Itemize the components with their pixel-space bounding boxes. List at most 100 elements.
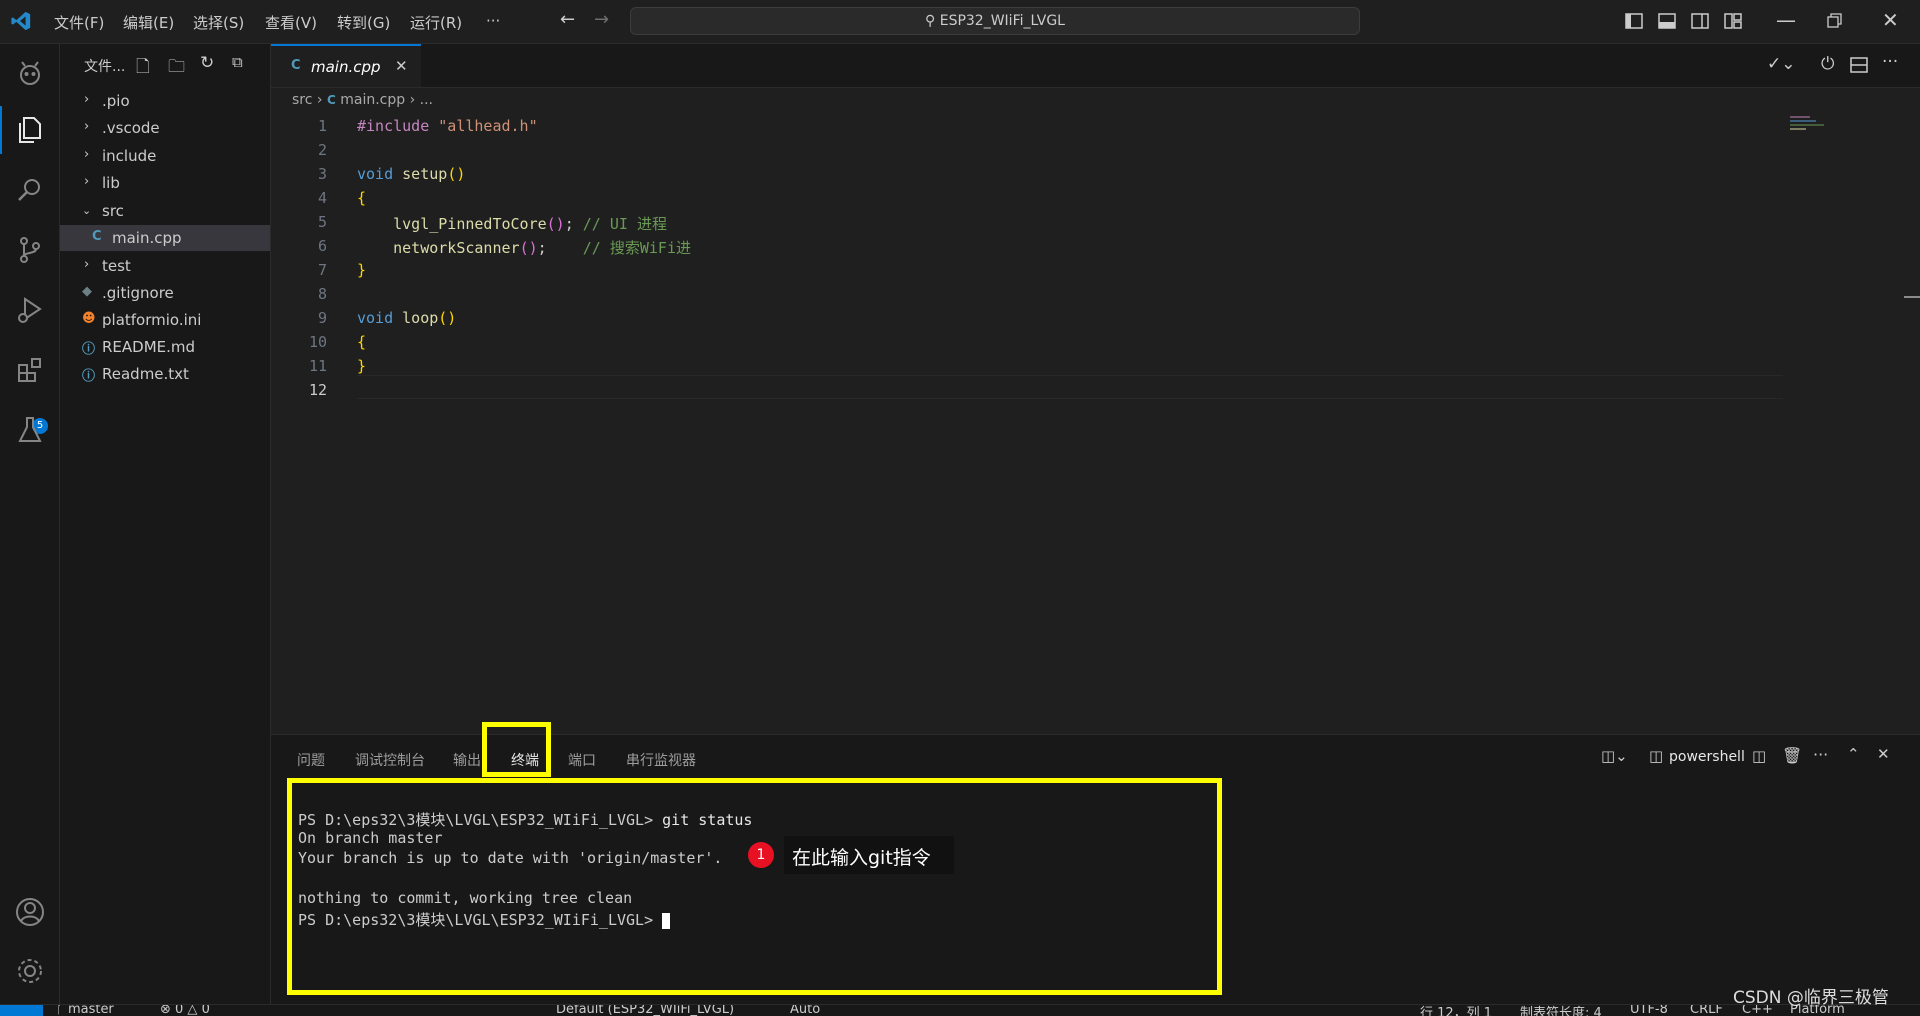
platformio-alien-icon[interactable] bbox=[14, 58, 46, 90]
tree-label: .pio bbox=[102, 92, 130, 110]
menu-edit[interactable]: 编辑(E) bbox=[123, 12, 174, 33]
menu-file[interactable]: 文件(F) bbox=[54, 12, 104, 33]
tree-file-readme-txt[interactable]: ⓘ Readme.txt bbox=[60, 361, 270, 387]
commit-check-icon[interactable]: ✓⌄ bbox=[1767, 54, 1796, 74]
toggle-secondary-sidebar-icon[interactable] bbox=[1689, 10, 1711, 32]
menu-run[interactable]: 运行(R) bbox=[410, 12, 462, 33]
chevron-right-icon: › bbox=[84, 119, 90, 134]
explorer-sidebar: 文件... 🗋 🗀 ↻ ⧉ › .pio › .vscode › include… bbox=[60, 44, 271, 1004]
encoding[interactable]: UTF-8 bbox=[1630, 1005, 1668, 1016]
callout-number-badge: 1 bbox=[748, 842, 774, 868]
code-line: lvgl_PinnedToCore(); // UI 进程 bbox=[393, 215, 667, 233]
shell-label[interactable]: powershell bbox=[1669, 749, 1745, 765]
tree-folder-include[interactable]: › include bbox=[60, 143, 270, 169]
tree-label: README.md bbox=[102, 338, 196, 356]
cursor-position[interactable]: 行 12，列 1 bbox=[1420, 1005, 1492, 1016]
close-tab-icon[interactable]: ✕ bbox=[395, 57, 408, 75]
remote-indicator[interactable] bbox=[0, 1005, 43, 1016]
tree-label: Readme.txt bbox=[102, 365, 189, 383]
more-actions-icon[interactable]: ··· bbox=[1813, 745, 1828, 764]
highlight-terminal-tab bbox=[482, 722, 551, 777]
menu-view[interactable]: 查看(V) bbox=[265, 12, 317, 33]
plug-icon[interactable]: ⏻ bbox=[1821, 54, 1834, 74]
line-number: 7 bbox=[317, 261, 327, 279]
minimize-icon[interactable]: — bbox=[1776, 8, 1796, 32]
code-line: networkScanner(); // 搜索WiFi进 bbox=[393, 239, 691, 257]
line-ending[interactable]: CRLF bbox=[1690, 1005, 1723, 1016]
terminal-panel-icon: ◫ bbox=[1649, 747, 1664, 765]
back-arrow-icon[interactable]: ← bbox=[560, 9, 575, 30]
chevron-right-icon: › bbox=[84, 174, 90, 189]
menu-selection[interactable]: 选择(S) bbox=[193, 12, 244, 33]
tree-folder-lib[interactable]: › lib bbox=[60, 170, 270, 196]
editor-tab-bar: C main.cpp ✕ ✓⌄ ⏻ ··· bbox=[271, 44, 1920, 88]
breadcrumb-more[interactable]: ... bbox=[420, 92, 433, 108]
line-number: 2 bbox=[317, 141, 327, 159]
callout-text: 在此输入git指令 bbox=[792, 847, 931, 869]
menu-go[interactable]: 转到(G) bbox=[337, 12, 390, 33]
testing-flask-icon[interactable] bbox=[14, 414, 46, 446]
search-icon: ⚲ bbox=[925, 13, 936, 29]
new-file-icon[interactable]: 🗋 bbox=[136, 54, 150, 83]
split-icon[interactable]: ◫ bbox=[1752, 747, 1766, 765]
customize-layout-icon[interactable] bbox=[1722, 10, 1744, 32]
tree-folder-src[interactable]: ⌄ src bbox=[60, 198, 270, 224]
active-view-indicator bbox=[0, 106, 2, 154]
tab-size[interactable]: 制表符长度: 4 bbox=[1520, 1005, 1602, 1016]
search-view-icon[interactable] bbox=[14, 174, 46, 206]
info-file-icon: ⓘ bbox=[82, 342, 96, 357]
branch-icon: ᚴ bbox=[56, 1004, 68, 1016]
line-number: 11 bbox=[308, 357, 327, 375]
tree-label: test bbox=[102, 257, 131, 275]
workspace-status[interactable]: Default (ESP32_WIiFi_LVGL) bbox=[556, 1005, 734, 1016]
split-editor-icon[interactable] bbox=[1849, 55, 1869, 75]
tree-file-gitignore[interactable]: ◆ .gitignore bbox=[60, 280, 270, 306]
split-terminal-icon[interactable]: ◫⌄ bbox=[1601, 747, 1628, 765]
cpp-file-icon: C bbox=[291, 58, 301, 73]
minimap[interactable] bbox=[1790, 116, 1830, 136]
search-text: ESP32_WIiFi_LVGL bbox=[939, 13, 1065, 29]
tree-file-main-cpp[interactable]: C main.cpp bbox=[60, 225, 270, 251]
refresh-icon[interactable]: ↻ bbox=[200, 53, 214, 73]
new-folder-icon[interactable]: 🗀 bbox=[168, 54, 185, 83]
command-center-search[interactable]: ⚲ ESP32_WIiFi_LVGL bbox=[630, 7, 1360, 35]
collapse-all-icon[interactable]: ⧉ bbox=[232, 53, 243, 71]
extensions-icon[interactable] bbox=[14, 354, 46, 386]
close-window-icon[interactable]: ✕ bbox=[1882, 8, 1899, 32]
line-number: 8 bbox=[317, 285, 327, 303]
chevron-right-icon: › bbox=[84, 257, 90, 272]
platformio-file-icon: ☻ bbox=[82, 311, 96, 326]
line-number-current: 12 bbox=[308, 381, 327, 399]
toggle-panel-icon[interactable] bbox=[1656, 10, 1678, 32]
manage-gear-icon[interactable] bbox=[14, 955, 46, 987]
run-and-debug-icon[interactable] bbox=[14, 294, 46, 326]
tree-folder-test[interactable]: › test bbox=[60, 253, 270, 279]
toggle-primary-sidebar-icon[interactable] bbox=[1623, 10, 1645, 32]
menu-more[interactable]: ··· bbox=[486, 12, 500, 30]
branch-status[interactable]: ᚴ master bbox=[56, 1004, 114, 1016]
source-control-icon[interactable] bbox=[14, 234, 46, 266]
tree-file-platformio-ini[interactable]: ☻ platformio.ini bbox=[60, 307, 270, 333]
auto-status[interactable]: Auto bbox=[790, 1005, 820, 1016]
breadcrumb: src › C main.cpp › ... bbox=[292, 92, 433, 108]
forward-arrow-icon[interactable]: → bbox=[594, 9, 609, 30]
problems-status[interactable]: ⊗ 0 △ 0 bbox=[160, 1005, 210, 1016]
code-editor[interactable]: 1 2 3 4 5 6 7 8 9 10 11 12 #include "all… bbox=[271, 113, 1920, 733]
explorer-files-icon[interactable] bbox=[14, 114, 46, 146]
tab-main-cpp[interactable]: C main.cpp ✕ bbox=[271, 44, 421, 87]
tree-folder-pio[interactable]: › .pio bbox=[60, 88, 270, 114]
chevron-down-icon: ⌄ bbox=[82, 204, 92, 217]
restore-icon[interactable] bbox=[1823, 10, 1845, 32]
breadcrumb-file[interactable]: main.cpp bbox=[340, 92, 405, 108]
breadcrumb-folder[interactable]: src bbox=[292, 92, 312, 108]
more-actions-icon[interactable]: ··· bbox=[1882, 52, 1898, 72]
code-line: } bbox=[357, 357, 367, 375]
tree-label: .gitignore bbox=[102, 284, 174, 302]
line-number: 10 bbox=[308, 333, 327, 351]
tree-folder-vscode[interactable]: › .vscode bbox=[60, 115, 270, 141]
trash-icon[interactable]: 🗑 bbox=[1782, 746, 1802, 765]
maximize-panel-icon[interactable]: ⌃ bbox=[1847, 745, 1860, 763]
close-panel-icon[interactable]: ✕ bbox=[1877, 745, 1890, 763]
tree-file-readme-md[interactable]: ⓘ README.md bbox=[60, 334, 270, 360]
account-icon[interactable] bbox=[14, 896, 46, 928]
